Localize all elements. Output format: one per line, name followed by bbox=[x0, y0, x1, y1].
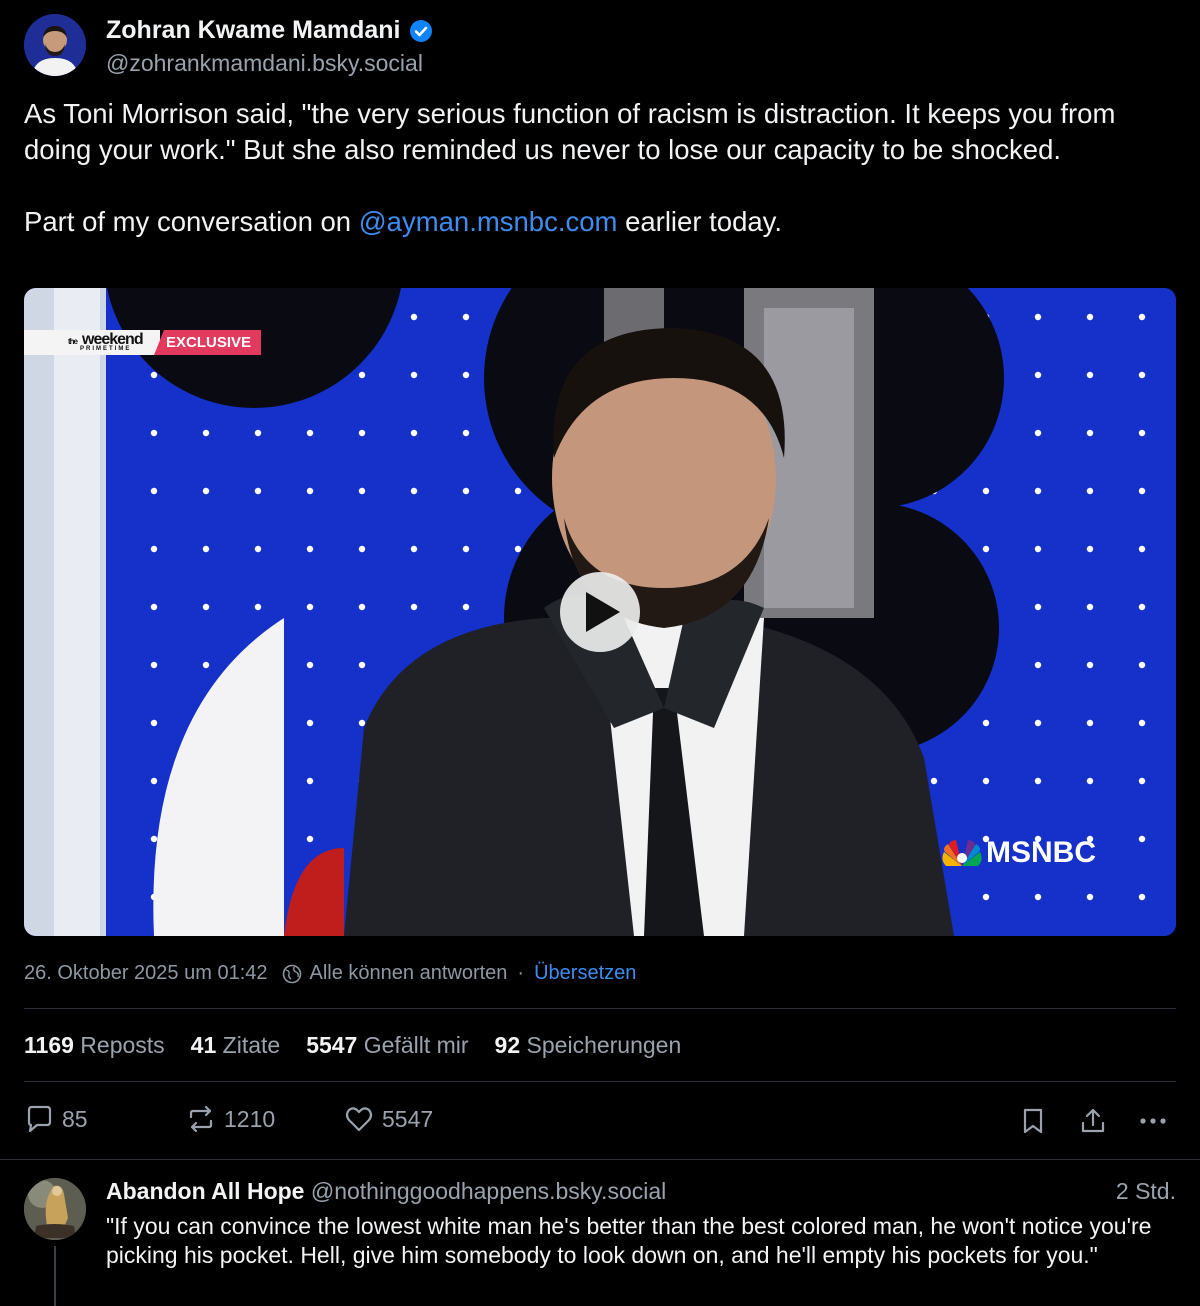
reply-setting-label: Alle können antworten bbox=[309, 962, 508, 984]
video-player[interactable]: the weekend PRIMETIME EXCLUSIVE MSNBC bbox=[24, 288, 1176, 936]
author-display-name[interactable]: Zohran Kwame Mamdani bbox=[106, 16, 401, 45]
exclusive-badge: EXCLUSIVE bbox=[154, 330, 262, 355]
mention-link[interactable]: @ayman.msnbc.com bbox=[359, 206, 618, 237]
heart-icon bbox=[345, 1107, 373, 1132]
divider bbox=[24, 1008, 1176, 1009]
reply-handle[interactable]: @nothinggoodhappens.bsky.social bbox=[311, 1178, 666, 1204]
comment-icon bbox=[27, 1105, 52, 1133]
post-stats: 1169 Reposts 41 Zitate 5547 Gefällt mir … bbox=[24, 1032, 681, 1059]
post-timestamp[interactable]: 26. Oktober 2025 um 01:42 bbox=[24, 962, 268, 985]
brand-primetime: PRIMETIME bbox=[80, 346, 132, 352]
post-text: As Toni Morrison said, "the very serious… bbox=[24, 96, 1176, 240]
globe-icon bbox=[282, 964, 301, 983]
reply-post[interactable]: Abandon All Hope @nothinggoodhappens.bsk… bbox=[0, 1160, 1200, 1306]
brand-the: the bbox=[68, 337, 78, 346]
thread-line bbox=[54, 1246, 56, 1306]
more-options-button[interactable] bbox=[1138, 1106, 1168, 1136]
reply-avatar-icon bbox=[24, 1178, 86, 1240]
divider bbox=[24, 1081, 1176, 1082]
reply-author-avatar[interactable] bbox=[24, 1178, 86, 1240]
author-avatar[interactable] bbox=[24, 14, 86, 76]
play-button[interactable] bbox=[560, 572, 640, 652]
quotes-stat[interactable]: 41 Zitate bbox=[191, 1032, 281, 1059]
user-avatar-icon bbox=[24, 14, 86, 76]
like-count: 5547 bbox=[382, 1105, 434, 1132]
author-name-line: Zohran Kwame Mamdani bbox=[106, 16, 433, 45]
reply-author-line: Abandon All Hope @nothinggoodhappens.bsk… bbox=[106, 1178, 666, 1205]
reposts-stat[interactable]: 1169 Reposts bbox=[24, 1032, 165, 1059]
reply-text: "If you can convince the lowest white ma… bbox=[106, 1213, 1152, 1268]
like-button[interactable]: 5547 bbox=[344, 1104, 433, 1134]
post-meta: 26. Oktober 2025 um 01:42 Alle können an… bbox=[24, 962, 636, 985]
reply-button[interactable]: 85 bbox=[24, 1104, 88, 1134]
repost-button[interactable]: 1210 bbox=[186, 1104, 275, 1134]
reply-timestamp[interactable]: 2 Std. bbox=[1116, 1178, 1176, 1205]
post-actions: 85 1210 5547 bbox=[24, 1104, 1176, 1138]
bookmark-icon bbox=[1023, 1108, 1043, 1134]
author-handle[interactable]: @zohrankmamdani.bsky.social bbox=[106, 50, 423, 77]
reply-count: 85 bbox=[62, 1105, 88, 1132]
post-text-prefix: Part of my conversation on bbox=[24, 206, 359, 237]
show-brand-tag: the weekend PRIMETIME EXCLUSIVE bbox=[24, 330, 262, 355]
brand-weekend-logo: the weekend PRIMETIME bbox=[24, 330, 160, 355]
meta-separator: · bbox=[517, 962, 525, 984]
post-author[interactable]: Zohran Kwame Mamdani @zohrankmamdani.bsk… bbox=[24, 14, 924, 78]
repost-count: 1210 bbox=[224, 1105, 276, 1132]
translate-link[interactable]: Übersetzen bbox=[534, 962, 636, 985]
share-button[interactable] bbox=[1078, 1106, 1108, 1136]
post-text-paragraph: As Toni Morrison said, "the very serious… bbox=[24, 98, 1116, 165]
repost-icon bbox=[189, 1105, 213, 1133]
bookmark-button[interactable] bbox=[1018, 1106, 1048, 1136]
likes-stat[interactable]: 5547 Gefällt mir bbox=[306, 1032, 468, 1059]
verified-badge-icon bbox=[409, 19, 432, 42]
network-logo-text: MSNBC bbox=[986, 836, 1096, 869]
more-horizontal-icon bbox=[1140, 1118, 1166, 1124]
reply-setting[interactable]: Alle können antworten bbox=[282, 962, 508, 985]
post-text-paragraph: Part of my conversation on @ayman.msnbc.… bbox=[24, 204, 1176, 240]
saves-stat[interactable]: 92 Speicherungen bbox=[495, 1032, 682, 1059]
network-logo: MSNBC bbox=[940, 836, 1096, 870]
reply-display-name[interactable]: Abandon All Hope bbox=[106, 1178, 304, 1204]
share-icon bbox=[1081, 1108, 1105, 1133]
play-icon bbox=[586, 592, 620, 632]
post-text-suffix: earlier today. bbox=[617, 206, 783, 237]
peacock-icon bbox=[942, 840, 982, 866]
